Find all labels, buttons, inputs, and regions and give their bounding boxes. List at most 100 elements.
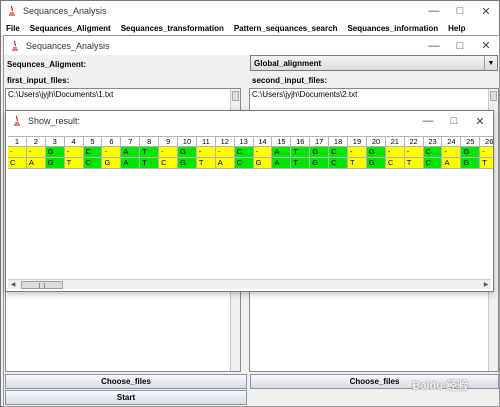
result-titlebar: Show_result: — □ ✕ [6,111,493,131]
inner-titlebar: Sequances_Analysis — □ ✕ [4,36,499,55]
table-cell: C [8,158,27,169]
table-cell: T [140,158,160,169]
alignment-select-value: Global_alignment [254,58,322,68]
column-header[interactable]: 2 [26,136,46,147]
java-app-icon [8,39,22,53]
column-header[interactable]: 26 [480,136,493,147]
table-cell: C [83,147,103,158]
alignment-select[interactable]: Global_alignment ▼ [250,55,498,71]
column-header[interactable]: 5 [83,136,103,147]
menu-sequances-aligment[interactable]: Sequances_Aligment [25,24,116,33]
grip-icon [39,282,45,288]
table-row: --G-C-AT-G--C-ATGC-G--C-G- [8,147,493,158]
column-header[interactable]: 3 [45,136,65,147]
menu-pattern-sequances-search[interactable]: Pattern_sequances_search [229,24,343,33]
table-cell: G [178,158,197,169]
table-cell: T [480,158,493,169]
close-icon[interactable]: ✕ [473,1,499,21]
main-window-title: Sequances_Analysis [23,6,107,16]
column-header[interactable]: 25 [461,136,481,147]
column-header[interactable]: 21 [385,136,405,147]
chevron-down-icon[interactable]: ▼ [484,56,497,70]
maximize-icon[interactable]: □ [441,111,467,131]
table-cell: T [140,147,160,158]
column-header[interactable]: 14 [253,136,273,147]
table-cell: G [45,147,65,158]
column-header[interactable]: 18 [329,136,349,147]
table-cell: - [442,147,462,158]
table-cell: G [253,158,273,169]
column-header[interactable]: 4 [64,136,84,147]
menu-help[interactable]: Help [443,24,470,33]
scroll-thumb[interactable] [232,91,239,101]
table-cell: - [253,147,273,158]
table-cell: G [310,158,330,169]
scroll-left-icon[interactable]: ◀ [8,280,18,290]
column-header[interactable]: 7 [121,136,141,147]
table-cell: A [272,147,292,158]
column-header[interactable]: 22 [404,136,424,147]
table-cell: C [385,158,405,169]
column-header[interactable]: 6 [102,136,122,147]
table-cell: G [45,158,65,169]
column-header[interactable]: 20 [366,136,386,147]
start-button[interactable]: Start [5,390,247,405]
table-cell: - [404,147,424,158]
menu-sequances-information[interactable]: Sequances_information [342,24,443,33]
maximize-icon[interactable]: □ [447,1,473,21]
minimize-icon[interactable]: — [421,1,447,21]
minimize-icon[interactable]: — [421,36,447,55]
table-empty-area [8,169,493,281]
column-header[interactable]: 8 [140,136,160,147]
column-header[interactable]: 12 [215,136,235,147]
table-cell: C [423,158,443,169]
table-cell: - [8,147,27,158]
table-cell: C [329,147,349,158]
column-header[interactable]: 23 [423,136,443,147]
table-cell: - [26,147,46,158]
table-cell: - [480,147,493,158]
scroll-thumb[interactable] [490,91,497,101]
table-cell: G [366,147,386,158]
scroll-track[interactable] [18,280,481,290]
column-header[interactable]: 24 [442,136,462,147]
column-header[interactable]: 15 [272,136,292,147]
table-cell: C [234,147,254,158]
column-header[interactable]: 17 [310,136,330,147]
close-icon[interactable]: ✕ [473,36,499,55]
close-icon[interactable]: ✕ [467,111,493,131]
choose-files-left-button[interactable]: Choose_files [5,374,247,389]
column-header[interactable]: 9 [159,136,179,147]
table-cell: C [234,158,254,169]
table-cell: - [348,147,367,158]
inner-window-title: Sequances_Analysis [26,40,110,51]
menu-sequances-transformation[interactable]: Sequances_transformation [116,24,229,33]
table-cell: C [423,147,443,158]
table-cell: G [102,158,122,169]
table-cell: T [291,147,311,158]
main-titlebar: Sequances_Analysis — □ ✕ [1,1,499,21]
table-cell: A [272,158,292,169]
alignment-table: 1 2 3 4 5 6 7 8 9 10 11 12 13 14 15 16 17 18 19 20 21 22 23 24 2… [8,136,493,169]
table-cell: - [102,147,122,158]
horizontal-scrollbar[interactable]: ◀ ▶ [8,279,491,289]
result-window-title: Show_result: [28,116,81,126]
java-app-icon [5,4,19,18]
column-header[interactable]: 11 [196,136,216,147]
scroll-right-icon[interactable]: ▶ [481,280,491,290]
column-header[interactable]: 10 [178,136,197,147]
table-cell: - [385,147,405,158]
table-cell: T [64,158,84,169]
column-header[interactable]: 13 [234,136,254,147]
table-cell: A [215,158,235,169]
table-cell: - [159,147,179,158]
maximize-icon[interactable]: □ [447,36,473,55]
table-cell: A [442,158,462,169]
table-cell: A [121,158,141,169]
menu-file[interactable]: File [1,24,25,33]
scroll-thumb[interactable] [21,280,63,289]
minimize-icon[interactable]: — [415,111,441,131]
column-header[interactable]: 1 [8,136,27,147]
column-header[interactable]: 19 [348,136,367,147]
column-header[interactable]: 16 [291,136,311,147]
